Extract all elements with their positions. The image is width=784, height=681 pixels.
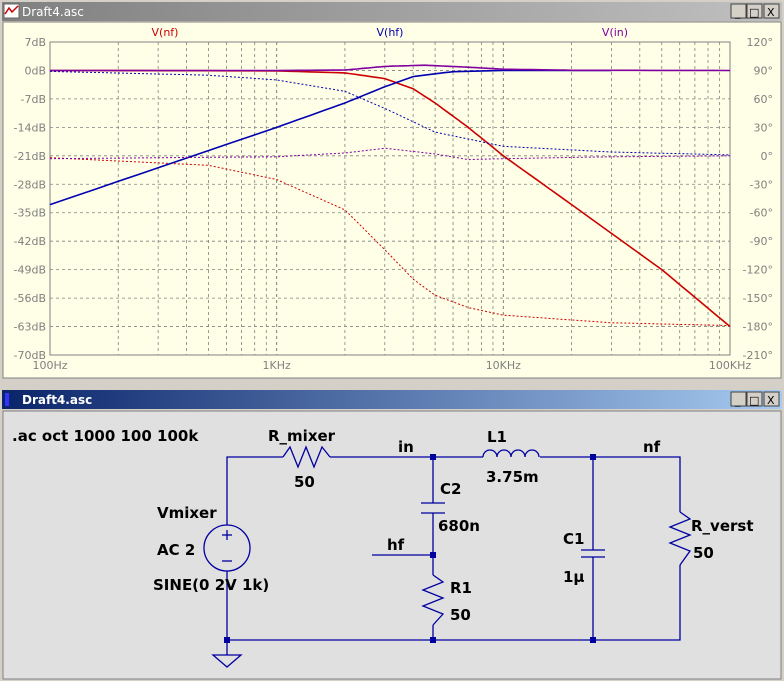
schematic-window-title: Draft4.asc — [22, 393, 92, 407]
vmixer-value[interactable]: SINE(0 2V 1k) — [153, 576, 269, 594]
plot-area[interactable] — [2, 21, 782, 379]
legend-v-in[interactable]: V(in) — [602, 26, 628, 39]
schematic-titlebar[interactable] — [2, 390, 782, 409]
y-tick-left: -28dB — [14, 178, 47, 191]
vmixer-name[interactable]: Vmixer — [157, 504, 217, 522]
schematic-window: Draft4.asc _ □ X .ac oct 1000 100 100k R… — [0, 384, 784, 681]
y-tick-right: 90° — [754, 64, 774, 77]
r-verst-value[interactable]: 50 — [693, 544, 714, 562]
y-tick-left: 7dB — [24, 36, 46, 49]
r1-name[interactable]: R1 — [450, 579, 472, 597]
y-tick-left: -42dB — [14, 235, 47, 248]
legend-v-hf[interactable]: V(hf) — [377, 26, 404, 39]
y-tick-left: -56dB — [14, 292, 47, 305]
plot-window-title: Draft4.asc — [22, 5, 84, 19]
y-tick-right: -180° — [743, 321, 773, 334]
svg-text:□: □ — [749, 394, 759, 407]
l1-name[interactable]: L1 — [487, 428, 507, 446]
r-mixer-name[interactable]: R_mixer — [268, 427, 336, 445]
y-tick-left: 0dB — [24, 64, 46, 77]
y-tick-right: -60° — [750, 207, 773, 220]
svg-text:_: _ — [734, 394, 741, 407]
plot-window: Draft4.asc _ □ X 7dB 120° 0dB 90° -7dB 60° -14… — [0, 0, 784, 380]
y-tick-left: -49dB — [14, 264, 47, 277]
legend-v-nf[interactable]: V(nf) — [152, 26, 179, 39]
c2-value[interactable]: 680n — [438, 517, 480, 535]
close-button[interactable]: X — [763, 391, 780, 407]
maximize-button[interactable]: □ — [746, 391, 763, 407]
c1-name[interactable]: C1 — [563, 530, 584, 548]
x-tick-label: 10KHz — [486, 359, 521, 372]
r-verst-name[interactable]: R_verst — [691, 517, 754, 535]
r-mixer-value[interactable]: 50 — [294, 473, 315, 491]
y-tick-right: 60° — [754, 93, 774, 106]
ac-directive[interactable]: .ac oct 1000 100 100k — [12, 427, 199, 445]
r1-value[interactable]: 50 — [450, 606, 471, 624]
c2-name[interactable]: C2 — [440, 480, 461, 498]
l1-value[interactable]: 3.75m — [486, 468, 539, 486]
c1-value[interactable]: 1µ — [563, 568, 584, 586]
y-tick-right: -120° — [743, 264, 773, 277]
net-label-hf[interactable]: hf — [387, 536, 405, 554]
y-tick-right: 0° — [761, 150, 774, 163]
net-label-nf[interactable]: nf — [643, 438, 661, 456]
vmixer-ac[interactable]: AC 2 — [157, 541, 195, 559]
ltspice-workspace: Draft4.asc _ □ X 7dB 120° 0dB 90° -7dB 60° -14… — [0, 0, 784, 681]
maximize-button[interactable]: □ — [746, 3, 763, 19]
svg-text:X: X — [767, 6, 775, 19]
y-tick-right: -150° — [743, 292, 773, 305]
y-tick-right: 120° — [747, 36, 774, 49]
schematic-icon — [5, 393, 9, 406]
svg-text:X: X — [767, 394, 775, 407]
workspace-canvas: Draft4.asc _ □ X 7dB 120° 0dB 90° -7dB 60° -14… — [0, 0, 784, 681]
y-tick-right: -30° — [750, 178, 773, 191]
y-tick-left: -7dB — [21, 93, 47, 106]
y-tick-right: -90° — [750, 235, 773, 248]
close-button[interactable]: X — [763, 3, 780, 19]
y-tick-right: 30° — [754, 121, 774, 134]
net-label-in[interactable]: in — [398, 438, 414, 456]
plot-titlebar[interactable] — [2, 2, 782, 21]
minimize-button[interactable]: _ — [730, 391, 747, 407]
minimize-button[interactable]: _ — [730, 3, 747, 19]
y-tick-left: -14dB — [14, 121, 47, 134]
svg-text:□: □ — [749, 6, 759, 19]
x-tick-label: 1KHz — [263, 359, 291, 372]
x-tick-label: 100Hz — [32, 359, 67, 372]
y-tick-left: -21dB — [14, 150, 47, 163]
waveform-icon — [3, 3, 20, 19]
y-tick-left: -35dB — [14, 207, 47, 220]
y-tick-left: -63dB — [14, 321, 47, 334]
x-tick-label: 100KHz — [709, 359, 751, 372]
svg-text:_: _ — [734, 6, 741, 19]
